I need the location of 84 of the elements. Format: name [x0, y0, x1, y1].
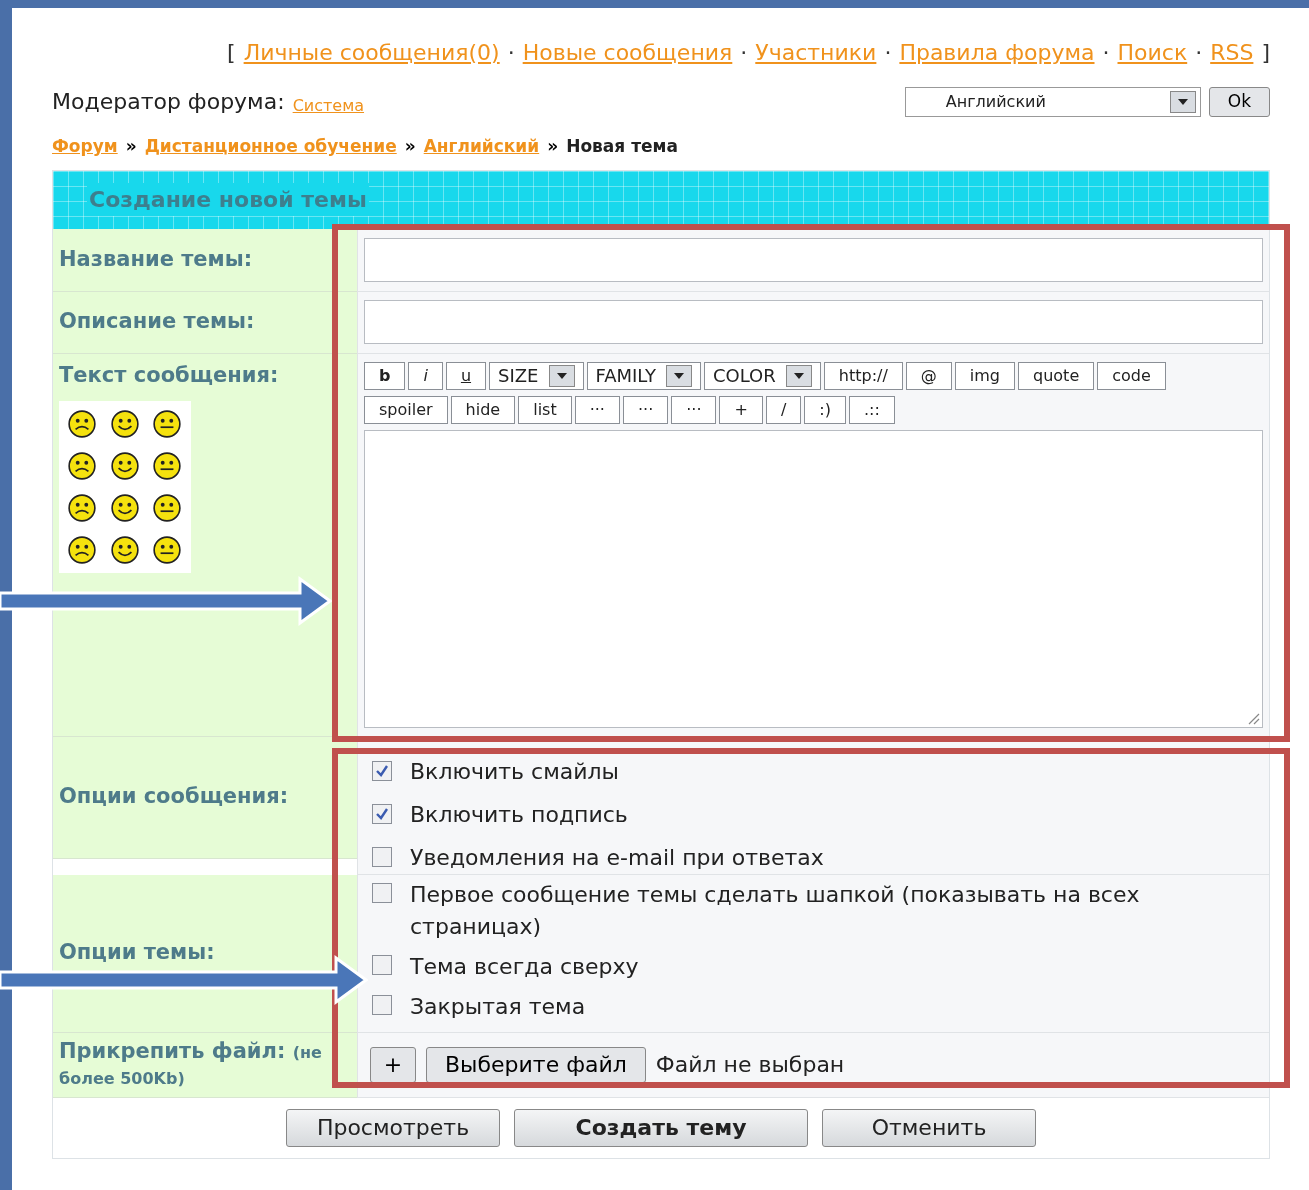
moderator-label: Модератор форума: — [52, 88, 285, 116]
toolbar-button[interactable]: hide — [450, 395, 516, 424]
field-label: Опции темы: — [59, 939, 215, 967]
option-label: Первое сообщение темы сделать шапкой (показывать на всех страницах) — [410, 881, 1141, 941]
checkbox[interactable] — [372, 847, 392, 867]
toolbar-button[interactable]: code — [1097, 361, 1166, 390]
smiley-icon[interactable] — [109, 409, 140, 439]
field-label: Текст сообщения: — [59, 362, 279, 387]
toolbar-dropdown[interactable]: FAMILY — [586, 361, 701, 390]
ok-button[interactable]: Ok — [1208, 86, 1270, 117]
form-title: Создание новой темы — [87, 183, 369, 216]
input-field[interactable] — [364, 300, 1263, 344]
toolbar-button[interactable]: u — [445, 361, 487, 390]
option-label: Включить подпись — [410, 800, 628, 829]
option-label: Закрытая тема — [410, 993, 586, 1021]
toolbar-button[interactable]: i — [408, 361, 443, 390]
toolbar-button[interactable]: quote — [1018, 361, 1095, 390]
toolbar-button[interactable]: @ — [905, 361, 952, 390]
form-button[interactable]: Создать тему — [514, 1108, 808, 1147]
toolbar-button[interactable]: ··· — [622, 395, 669, 424]
checkbox[interactable] — [372, 955, 392, 975]
breadcrumb-separator: » — [125, 135, 137, 158]
form-button[interactable]: Отменить — [822, 1108, 1036, 1147]
toolbar-button[interactable]: b — [364, 361, 406, 390]
bracket: [ — [227, 39, 236, 67]
toolbar-button[interactable]: + — [719, 395, 763, 424]
toolbar-button[interactable]: http:// — [823, 361, 903, 390]
toolbar-button[interactable]: list — [518, 395, 572, 424]
caret-icon — [548, 364, 575, 387]
breadcrumb-separator: » — [404, 135, 416, 158]
smiley-icon[interactable] — [67, 451, 97, 481]
toolbar-dropdown[interactable]: COLOR — [704, 361, 821, 390]
tick-icon — [374, 763, 390, 779]
field-label: Описание темы: — [59, 308, 255, 336]
caret-icon — [785, 364, 812, 387]
separator: · — [740, 39, 748, 67]
toolbar-button[interactable]: .:: — [848, 395, 895, 424]
dropdown-label: COLOR — [713, 364, 776, 388]
checkbox[interactable] — [372, 804, 392, 824]
option-label: Тема всегда сверху — [410, 953, 639, 981]
checkbox[interactable] — [372, 761, 392, 781]
toolbar-button[interactable]: / — [765, 395, 802, 424]
checkbox[interactable] — [372, 883, 392, 903]
smiley-icon[interactable] — [109, 451, 140, 481]
separator: · — [884, 39, 892, 67]
smiley-icon[interactable] — [67, 409, 97, 439]
checkbox[interactable] — [372, 995, 392, 1015]
select-value: Английский — [945, 90, 1046, 113]
toolbar-button[interactable]: :) — [804, 395, 846, 424]
dropdown-label: SIZE — [498, 364, 539, 388]
dropdown-label: FAMILY — [595, 364, 656, 388]
smiley-icon[interactable] — [67, 535, 97, 565]
caret-icon — [666, 364, 692, 387]
separator: · — [1195, 39, 1203, 67]
option-label: Уведомления на e-mail при ответах — [410, 843, 824, 872]
choose-file-button[interactable]: Выберите файл — [426, 1046, 646, 1083]
add-file-button[interactable]: + — [370, 1046, 416, 1083]
smiley-icon[interactable] — [152, 493, 183, 523]
caret-icon — [1169, 90, 1196, 113]
breadcrumb-current: Новая тема — [566, 135, 678, 158]
separator: · — [507, 39, 515, 67]
field-label: Название темы: — [59, 245, 253, 273]
bracket: ] — [1261, 39, 1270, 67]
smiley-icon[interactable] — [152, 535, 183, 565]
smiley-icon[interactable] — [109, 535, 140, 565]
toolbar-dropdown[interactable]: SIZE — [489, 361, 584, 390]
forum-select[interactable]: Английский — [904, 86, 1201, 117]
smiley-icon[interactable] — [152, 409, 183, 439]
option-label: Включить смайлы — [410, 757, 619, 786]
field-label: Опции сообщения: — [59, 783, 289, 811]
toolbar-button[interactable]: ··· — [671, 395, 717, 424]
toolbar-button[interactable]: img — [954, 361, 1015, 390]
breadcrumb-separator: » — [547, 135, 559, 158]
separator: · — [1102, 39, 1110, 67]
form-button[interactable]: Просмотреть — [286, 1108, 500, 1147]
smiley-icon[interactable] — [67, 493, 97, 523]
field-label: Прикрепить файл: (не более 500Kb) — [59, 1038, 323, 1090]
tick-icon — [374, 806, 390, 822]
toolbar-button[interactable]: spoiler — [364, 395, 448, 424]
file-status: Файл не выбран — [655, 1051, 845, 1079]
smiley-icon[interactable] — [152, 451, 183, 481]
input-field[interactable] — [364, 237, 1263, 282]
smiley-icon[interactable] — [109, 493, 140, 523]
toolbar-button[interactable]: ··· — [574, 395, 620, 424]
